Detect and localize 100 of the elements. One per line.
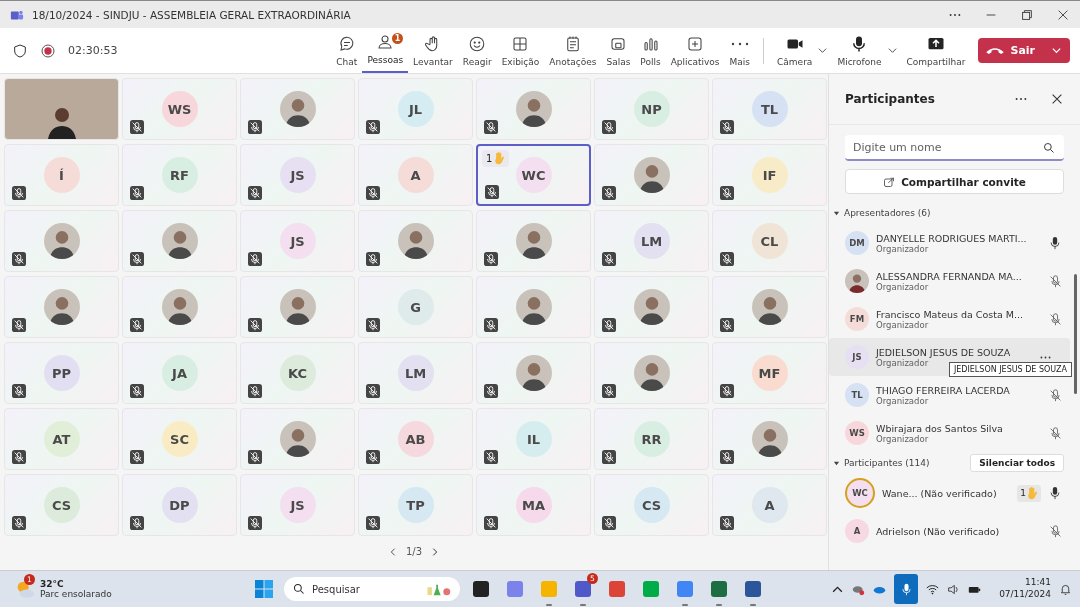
caret-icon[interactable] <box>817 45 829 56</box>
shield-icon <box>12 42 28 59</box>
clock-date[interactable]: 07/11/2024 <box>999 589 1051 601</box>
taskbar-search-field[interactable]: Pesquisar <box>284 577 460 601</box>
share-invite-button[interactable]: Compartilhar convite <box>845 169 1064 194</box>
caret-icon[interactable] <box>1051 45 1062 56</box>
participant-role: Organizador <box>876 243 930 254</box>
avatar-initials: NP <box>633 91 670 127</box>
toolbar-button[interactable]: Salas <box>601 28 636 73</box>
search-field[interactable]: Digite um nome <box>845 135 1064 161</box>
toolbar-button[interactable]: Aplicativos <box>665 28 725 73</box>
search-icon <box>293 583 305 595</box>
triangle-icon <box>833 209 840 217</box>
participant-row[interactable]: TL THIAGO FERREIRA LACERDA Organizador <box>829 376 1080 414</box>
avatar-initials: IF <box>751 157 788 193</box>
participant-row[interactable]: FM Francisco Mateus da Costa M... Organizador <box>829 300 1080 338</box>
avatar-initials: Í <box>43 157 80 193</box>
toolbar-button[interactable]: Mais <box>724 28 756 73</box>
avatar-initials: WS <box>161 91 198 127</box>
mute-all-button[interactable]: Silenciar todos <box>970 454 1064 472</box>
toolbar-button[interactable]: Anotações <box>544 28 602 73</box>
phone-hang-up-icon <box>986 47 1005 54</box>
participant-name: Wane... (Não verificado) <box>882 487 998 499</box>
volume-icon[interactable] <box>947 582 961 596</box>
avatar-initials: PP <box>43 355 80 391</box>
notification-bell-icon[interactable] <box>1059 582 1072 596</box>
device-button[interactable]: Compartilhar <box>901 28 971 73</box>
avatar-initials: AB <box>397 421 434 457</box>
avatar-silhouette <box>43 289 80 325</box>
participant-name: ALESSANDRA FERNANDA MA... <box>876 270 1023 282</box>
close-icon[interactable] <box>1050 92 1064 106</box>
avatar-silhouette <box>515 289 552 325</box>
hand-count: 1 <box>1020 488 1026 498</box>
participant-row[interactable]: JS JEDIELSON JESUS DE SOUZA Organizador JEDIELSON JESUS DE SOUZA <box>829 338 1070 376</box>
panel-title: Participantes <box>845 92 935 106</box>
participant-row[interactable]: DM DANYELLE RODRIGUES MARTI... Organizador <box>829 224 1080 262</box>
participant-name: Francisco Mateus da Costa M... <box>876 308 1025 320</box>
avatar-initials: JS <box>845 345 869 369</box>
avatar-silhouette <box>279 421 316 457</box>
participant-row[interactable]: A Adrielson (Não verificado) <box>829 512 1080 550</box>
avatar-initials: DM <box>845 231 869 255</box>
wifi-icon[interactable] <box>926 582 940 596</box>
avatar-initials: WC <box>515 157 552 193</box>
avatar-initials: WS <box>845 421 869 445</box>
avatar-initials: TP <box>397 487 434 523</box>
toolbar-button[interactable]: 1 Pessoas <box>362 28 409 73</box>
avatar-initials: DP <box>161 487 198 523</box>
section-toggle[interactable]: Apresentadores (6) <box>833 204 931 222</box>
avatar-initials: RF <box>161 157 198 193</box>
microphone-button[interactable] <box>894 574 919 604</box>
avatar-silhouette <box>633 355 670 391</box>
avatar-initials: AT <box>43 421 80 457</box>
leave-button[interactable]: Sair <box>978 38 1070 63</box>
clock-time[interactable]: 11:41 <box>1025 577 1051 589</box>
start-icon[interactable] <box>254 579 274 599</box>
avatar-initials: JA <box>161 355 198 391</box>
avatar-initials: RR <box>633 421 670 457</box>
people-icon <box>376 32 395 51</box>
avatar-initials: CS <box>633 487 670 523</box>
toolbar-button[interactable]: Exibição <box>496 28 545 73</box>
avatar-silhouette <box>161 223 198 259</box>
page-indicator: 1/3 <box>405 546 423 557</box>
avatar-initials: JS <box>279 157 316 193</box>
avatar-initials: A <box>397 157 434 193</box>
avatar-silhouette <box>633 289 670 325</box>
avatar-initials: KC <box>279 355 316 391</box>
toolbar-button[interactable]: Chat <box>331 28 363 73</box>
avatar-initials: MF <box>751 355 788 391</box>
participant-role: Organizador <box>876 319 930 330</box>
toolbar-button[interactable]: Reagir <box>457 28 497 73</box>
avatar-initials: FM <box>845 307 869 331</box>
toolbar-button[interactable]: Levantar <box>408 28 458 73</box>
caret-icon[interactable] <box>886 45 898 56</box>
avatar-silhouette <box>161 289 198 325</box>
avatar-initials: SC <box>161 421 198 457</box>
participant-row[interactable]: WC Wane... (Não verificado) 1 <box>829 474 1080 512</box>
avatar-silhouette <box>515 223 552 259</box>
meeting-timer: 02:30:53 <box>68 44 118 57</box>
avatar-silhouette <box>633 157 670 193</box>
device-button[interactable]: Câmera <box>772 28 818 73</box>
taskbar-app-icon[interactable] <box>743 579 763 599</box>
device-button[interactable]: Microfone <box>832 28 887 73</box>
avatar-initials: A <box>845 519 869 543</box>
toolbar-button[interactable]: Polls <box>635 28 666 73</box>
participant-name: THIAGO FERREIRA LACERDA <box>876 384 1011 396</box>
avatar-silhouette <box>751 421 788 457</box>
participant-row[interactable]: ALESSANDRA FERNANDA MA... Organizador <box>829 262 1080 300</box>
section-toggle[interactable]: Participantes (114) <box>833 454 930 472</box>
avatar-initials: LM <box>633 223 670 259</box>
participant-row[interactable]: WS Wbirajara dos Santos Silva Organizador <box>829 414 1080 452</box>
avatar-silhouette <box>751 289 788 325</box>
avatar-silhouette <box>279 289 316 325</box>
notification-badge: 1 <box>392 32 404 44</box>
mic-icon <box>899 582 913 596</box>
raised-hand-icon <box>1028 486 1038 500</box>
taskbar-app-icon[interactable] <box>471 579 491 599</box>
avatar-initials: TL <box>845 383 869 407</box>
restore-icon[interactable] <box>1020 7 1034 22</box>
avatar-initials: MA <box>515 487 552 523</box>
avatar-silhouette <box>279 91 316 127</box>
